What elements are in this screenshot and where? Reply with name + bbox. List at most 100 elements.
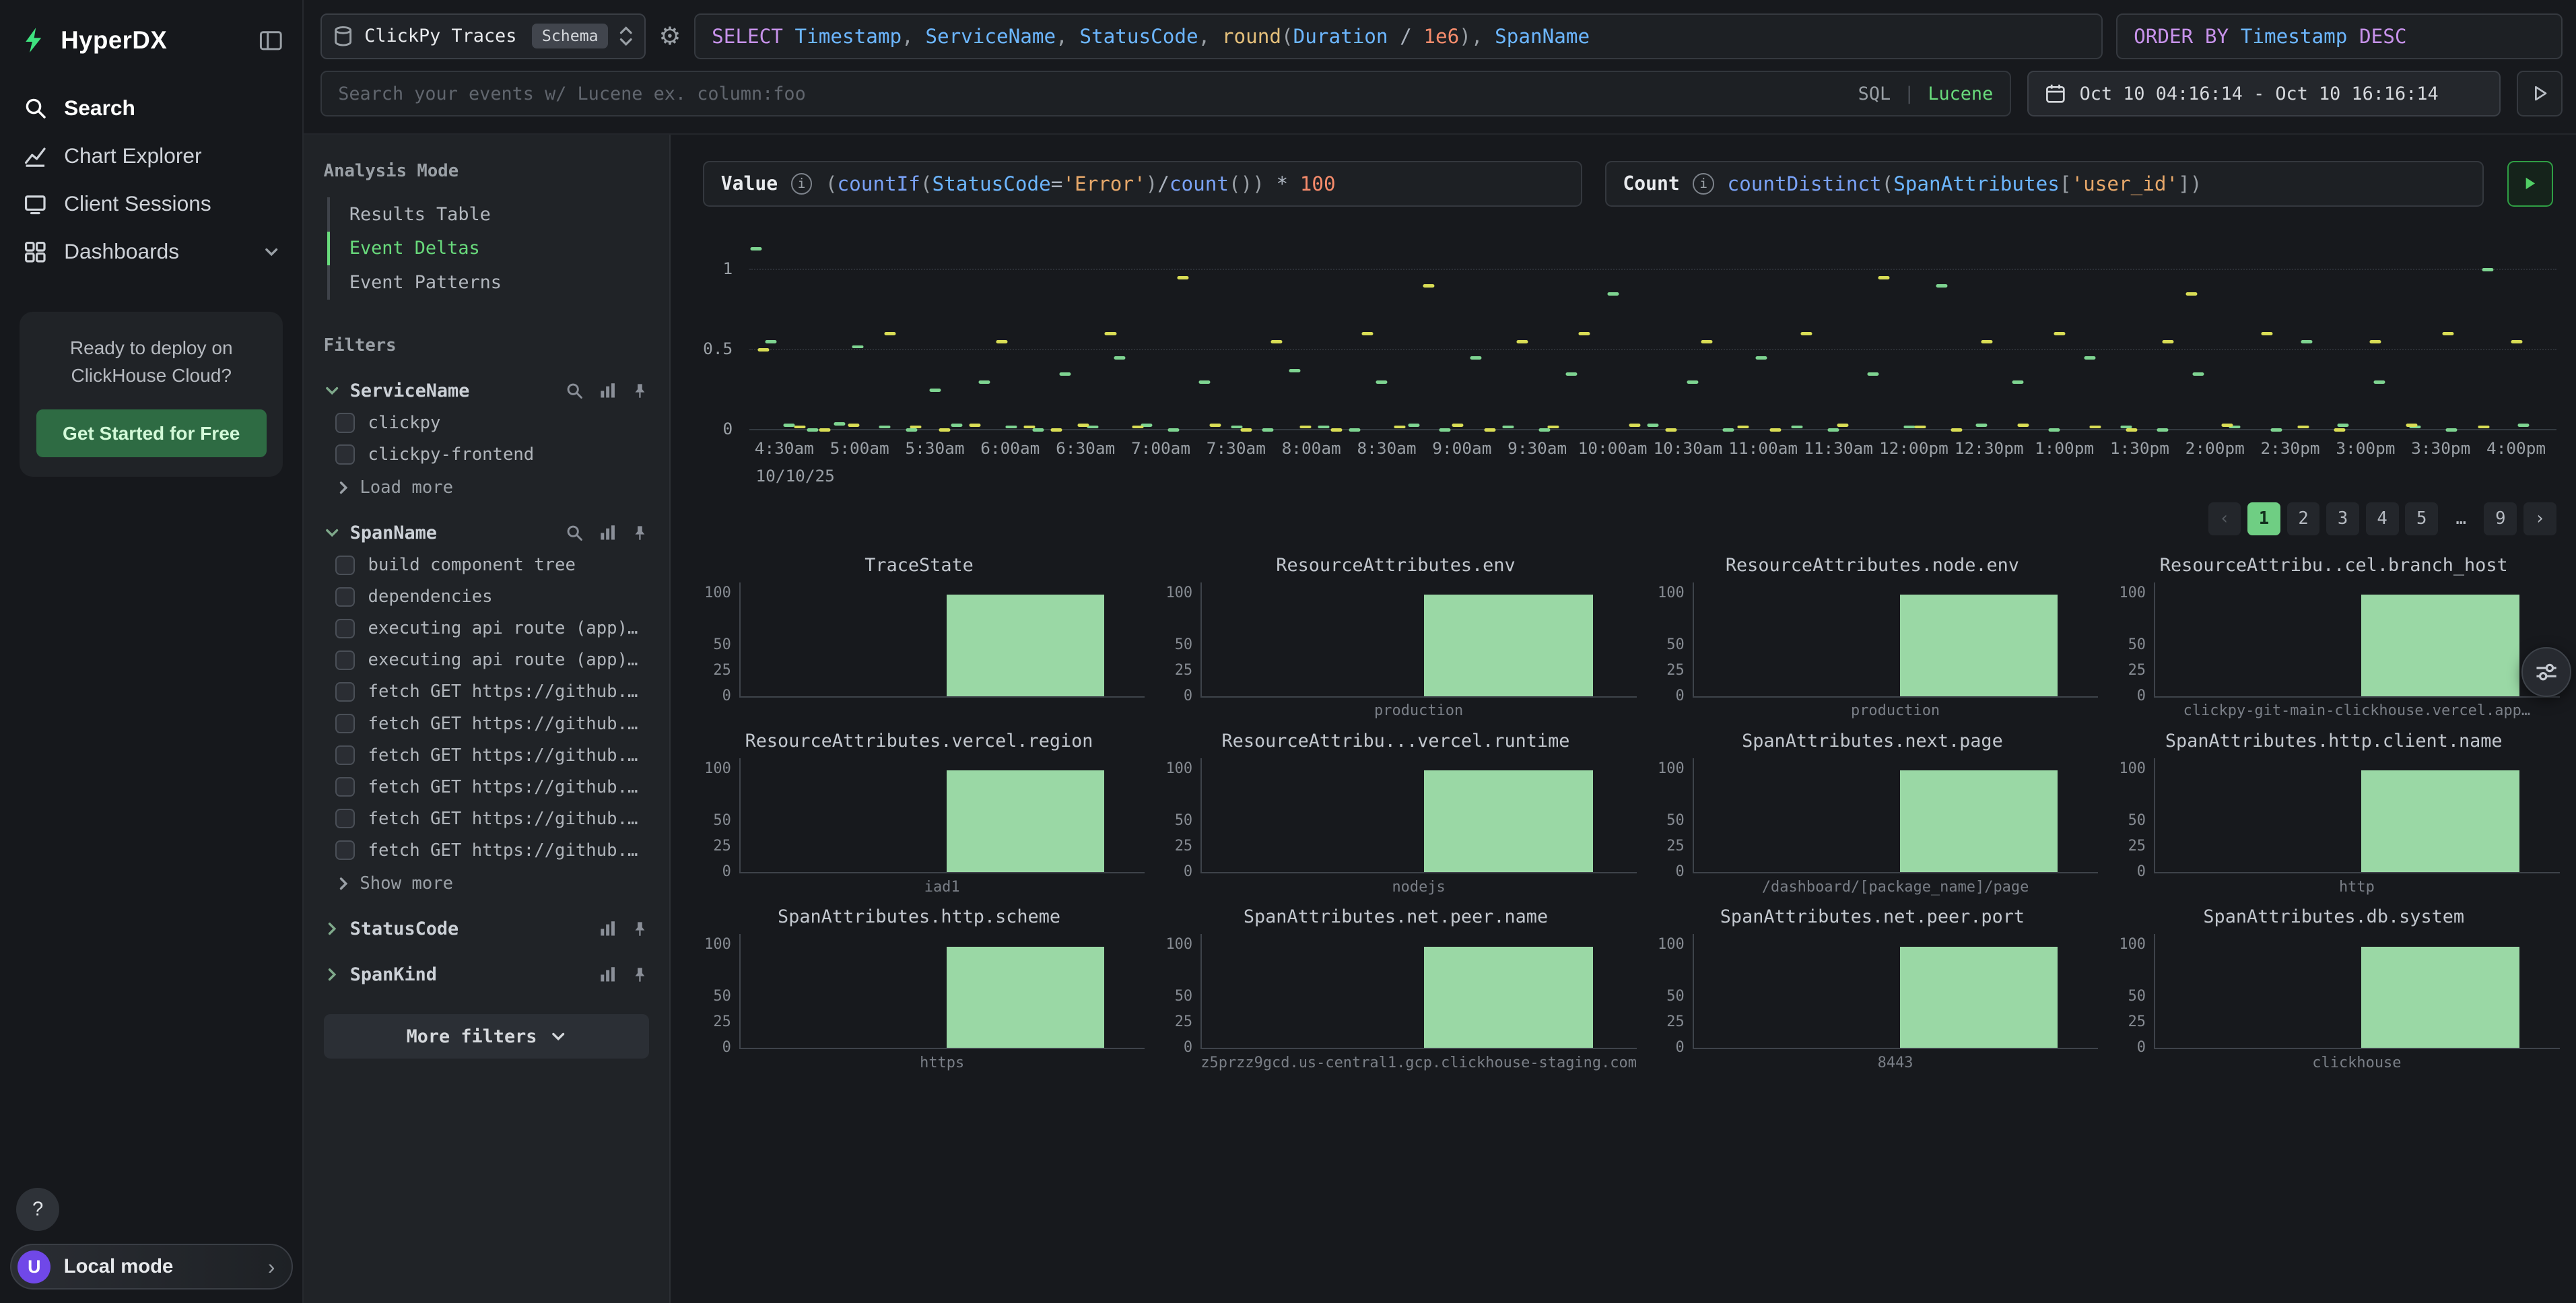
value-expression-input[interactable]: Value i (countIf(StatusCode='Error')/cou… — [703, 161, 1582, 207]
bar-chart-icon[interactable] — [599, 920, 617, 938]
pin-icon[interactable] — [631, 966, 649, 984]
data-point — [1517, 340, 1528, 343]
run-search-button[interactable] — [2517, 71, 2563, 116]
run-metrics-button[interactable] — [2507, 161, 2553, 207]
bar[interactable] — [1900, 595, 2058, 696]
checkbox[interactable] — [335, 745, 355, 765]
count-expression-input[interactable]: Count i countDistinct(SpanAttributes['us… — [1605, 161, 2484, 207]
source-select[interactable]: ClickPy Traces Schema — [320, 13, 646, 59]
data-point — [2482, 268, 2493, 271]
load-more-link[interactable]: Show more — [335, 873, 650, 894]
search-icon[interactable] — [566, 382, 584, 400]
pin-icon[interactable] — [631, 920, 649, 938]
filter-option[interactable]: clickpy-frontend — [335, 444, 650, 465]
pagination-page-5[interactable]: 5 — [2405, 502, 2438, 535]
filter-group-header[interactable]: StatusCode — [324, 918, 650, 939]
checkbox[interactable] — [335, 619, 355, 638]
search-icon[interactable] — [566, 524, 584, 542]
bar[interactable] — [1900, 947, 2058, 1048]
checkbox[interactable] — [335, 587, 355, 607]
bar[interactable] — [1424, 947, 1594, 1048]
bar-chart-icon[interactable] — [599, 524, 617, 542]
bar-chart-icon[interactable] — [599, 382, 617, 400]
pagination-page-4[interactable]: 4 — [2366, 502, 2399, 535]
deltas-plot-area[interactable] — [749, 230, 2556, 430]
data-point — [1376, 380, 1388, 384]
bar[interactable] — [1424, 770, 1594, 872]
data-point — [1349, 428, 1360, 432]
pagination-next-button[interactable]: › — [2523, 502, 2556, 535]
bar[interactable] — [2361, 947, 2519, 1048]
filter-option[interactable]: fetch GET https://github.… — [335, 840, 650, 861]
more-filters-button[interactable]: More filters — [324, 1014, 650, 1058]
pin-icon[interactable] — [631, 524, 649, 542]
filter-option[interactable]: fetch GET https://github.… — [335, 681, 650, 702]
date-range-picker[interactable]: Oct 10 04:16:14 - Oct 10 16:16:14 — [2027, 71, 2501, 116]
bar[interactable] — [2361, 595, 2519, 696]
value-label: Value — [721, 172, 778, 195]
bar[interactable] — [947, 595, 1104, 696]
filter-option[interactable]: fetch GET https://github.… — [335, 745, 650, 766]
pagination-page-9[interactable]: 9 — [2484, 502, 2517, 535]
data-point — [1198, 380, 1210, 384]
sidebar-item-client-sessions[interactable]: Client Sessions — [0, 180, 302, 228]
analysis-mode-option-event-patterns[interactable]: Event Patterns — [327, 265, 650, 300]
data-point — [2162, 340, 2173, 343]
bar[interactable] — [2361, 770, 2519, 872]
help-button[interactable]: ? — [16, 1188, 59, 1230]
checkbox[interactable] — [335, 682, 355, 702]
filter-option[interactable]: build component tree — [335, 555, 650, 575]
schema-badge[interactable]: Schema — [532, 24, 608, 48]
local-mode-button[interactable]: U Local mode › — [10, 1244, 293, 1290]
bar[interactable] — [947, 947, 1104, 1048]
pagination-prev-button[interactable]: ‹ — [2208, 502, 2241, 535]
filter-option[interactable]: executing api route (app)… — [335, 650, 650, 670]
filter-option[interactable]: fetch GET https://github.… — [335, 809, 650, 829]
gear-icon[interactable]: ⚙ — [658, 22, 681, 51]
checkbox[interactable] — [335, 444, 355, 464]
filter-option[interactable]: dependencies — [335, 587, 650, 607]
data-point — [2301, 340, 2313, 343]
data-point — [834, 422, 845, 426]
pagination-page-1[interactable]: 1 — [2247, 502, 2280, 535]
checkbox[interactable] — [335, 840, 355, 860]
code-token: SELECT — [712, 25, 783, 48]
search-input[interactable] — [338, 83, 1845, 104]
sidebar-collapse-icon[interactable] — [259, 28, 283, 53]
sql-select-input[interactable]: SELECT Timestamp, ServiceName, StatusCod… — [694, 13, 2103, 59]
bar-chart-icon[interactable] — [599, 966, 617, 984]
lucene-mode-toggle[interactable]: Lucene — [1928, 83, 1993, 104]
checkbox[interactable] — [335, 777, 355, 797]
bar[interactable] — [1900, 770, 2058, 872]
bar[interactable] — [1424, 595, 1594, 696]
load-more-link[interactable]: Load more — [335, 477, 650, 498]
checkbox[interactable] — [335, 650, 355, 670]
analysis-mode-option-event-deltas[interactable]: Event Deltas — [327, 232, 650, 266]
data-point — [2478, 426, 2490, 429]
sidebar-item-chart-explorer[interactable]: Chart Explorer — [0, 132, 302, 180]
attribute-charts-grid: TraceState02550100ResourceAttributes.env… — [693, 555, 2560, 1072]
get-started-button[interactable]: Get Started for Free — [36, 409, 267, 457]
sidebar-item-dashboards[interactable]: Dashboards — [0, 228, 302, 275]
checkbox[interactable] — [335, 413, 355, 432]
pin-icon[interactable] — [631, 382, 649, 400]
checkbox[interactable] — [335, 556, 355, 575]
filter-group-header[interactable]: ServiceName — [324, 380, 650, 401]
bar[interactable] — [947, 770, 1104, 872]
pagination-page-2[interactable]: 2 — [2287, 502, 2320, 535]
filter-group-header[interactable]: SpanKind — [324, 964, 650, 985]
filter-group-header[interactable]: SpanName — [324, 523, 650, 543]
filter-option[interactable]: executing api route (app)… — [335, 618, 650, 638]
sidebar-item-search[interactable]: Search — [0, 84, 302, 132]
pagination-page-3[interactable]: 3 — [2326, 502, 2359, 535]
chart-settings-fab[interactable] — [2521, 647, 2571, 696]
filter-option[interactable]: fetch GET https://github.… — [335, 714, 650, 734]
analysis-mode-option-results-table[interactable]: Results Table — [327, 197, 650, 232]
sql-mode-toggle[interactable]: SQL — [1858, 83, 1891, 104]
filter-option[interactable]: clickpy — [335, 413, 650, 433]
checkbox[interactable] — [335, 809, 355, 828]
order-by-input[interactable]: ORDER BY Timestamp DESC — [2116, 13, 2563, 59]
filter-option[interactable]: fetch GET https://github.… — [335, 777, 650, 797]
checkbox[interactable] — [335, 714, 355, 733]
pagination: ‹12345…9› — [671, 502, 2556, 535]
